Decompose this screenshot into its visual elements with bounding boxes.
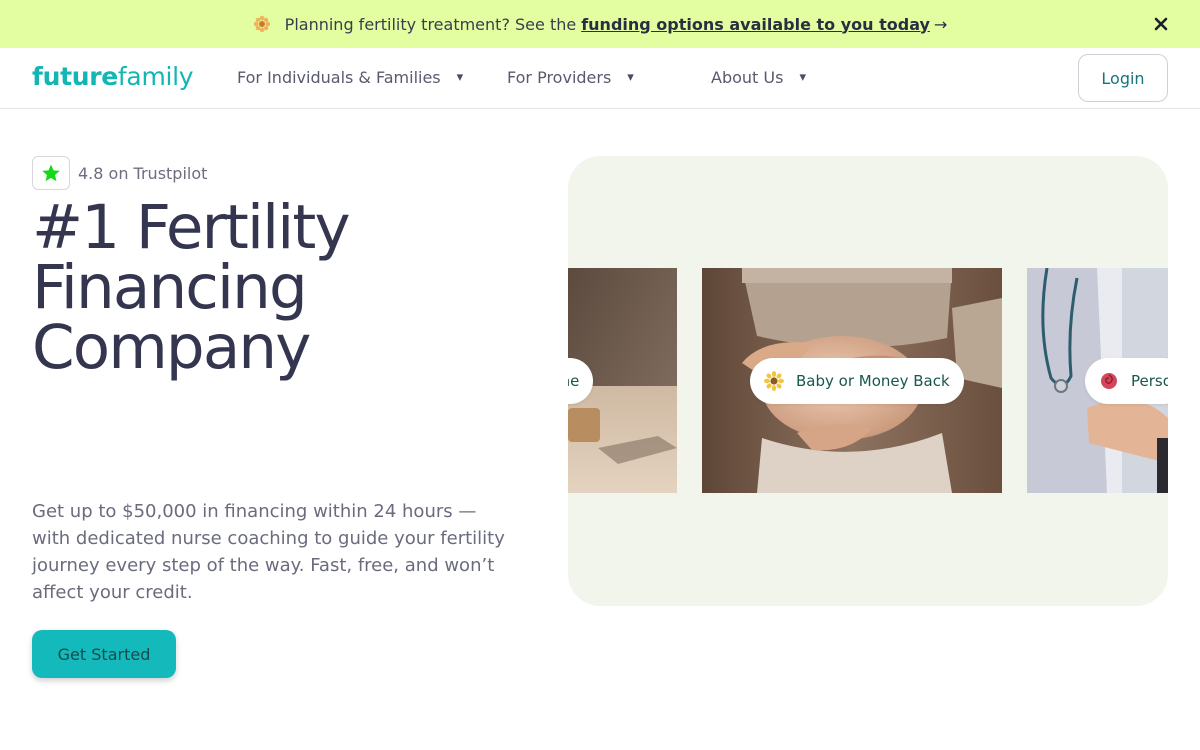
headline-line: Financing [32,252,308,323]
nav-providers[interactable]: For Providers ▾ [507,68,634,87]
login-button[interactable]: Login [1078,54,1168,102]
nav-individuals-families[interactable]: For Individuals & Families ▾ [237,68,463,87]
headline-line: Company [32,312,311,383]
nav-label: For Providers [507,68,612,87]
star-icon [32,156,70,190]
feature-pill[interactable]: Perso [1085,358,1168,404]
site-header: futurefamily For Individuals & Families … [0,48,1200,109]
nav-about-us[interactable]: About Us ▾ [711,68,806,87]
flower-icon [253,15,271,33]
get-started-button[interactable]: Get Started [32,630,176,678]
hero-headline: #1 Fertility Financing Company [32,192,512,383]
nav-label: About Us [711,68,784,87]
chevron-down-icon: ▾ [799,70,806,85]
arrow-right-icon[interactable]: → [934,15,947,34]
close-icon[interactable] [1150,13,1172,35]
rose-icon [1099,371,1119,391]
chevron-down-icon: ▾ [627,70,634,85]
sunflower-icon [764,371,784,391]
logo-part-future: future [32,62,118,91]
pill-label: Perso [1131,372,1168,390]
trustpilot-rating[interactable]: 4.8 on Trustpilot [32,156,207,190]
feature-pill-baby-or-money-back[interactable]: Baby or Money Back [750,358,964,404]
future-family-logo[interactable]: futurefamily [32,62,194,91]
announcement-bar: Planning fertility treatment? See the fu… [0,0,1200,48]
headline-line: #1 Fertility [32,192,351,263]
nav-label: For Individuals & Families [237,68,441,87]
pill-label: icine [568,372,580,390]
chevron-down-icon: ▾ [456,70,464,85]
pill-label: Baby or Money Back [796,372,950,390]
hero-subcopy: Get up to $50,000 in financing within 24… [32,501,505,603]
funding-options-link[interactable]: funding options available to you today [581,15,930,34]
announcement-text: Planning fertility treatment? See the [284,14,577,34]
feature-carousel: icine Baby or Money Back [568,156,1168,606]
rating-text: 4.8 on Trustpilot [78,163,208,183]
logo-part-family: family [117,62,194,91]
